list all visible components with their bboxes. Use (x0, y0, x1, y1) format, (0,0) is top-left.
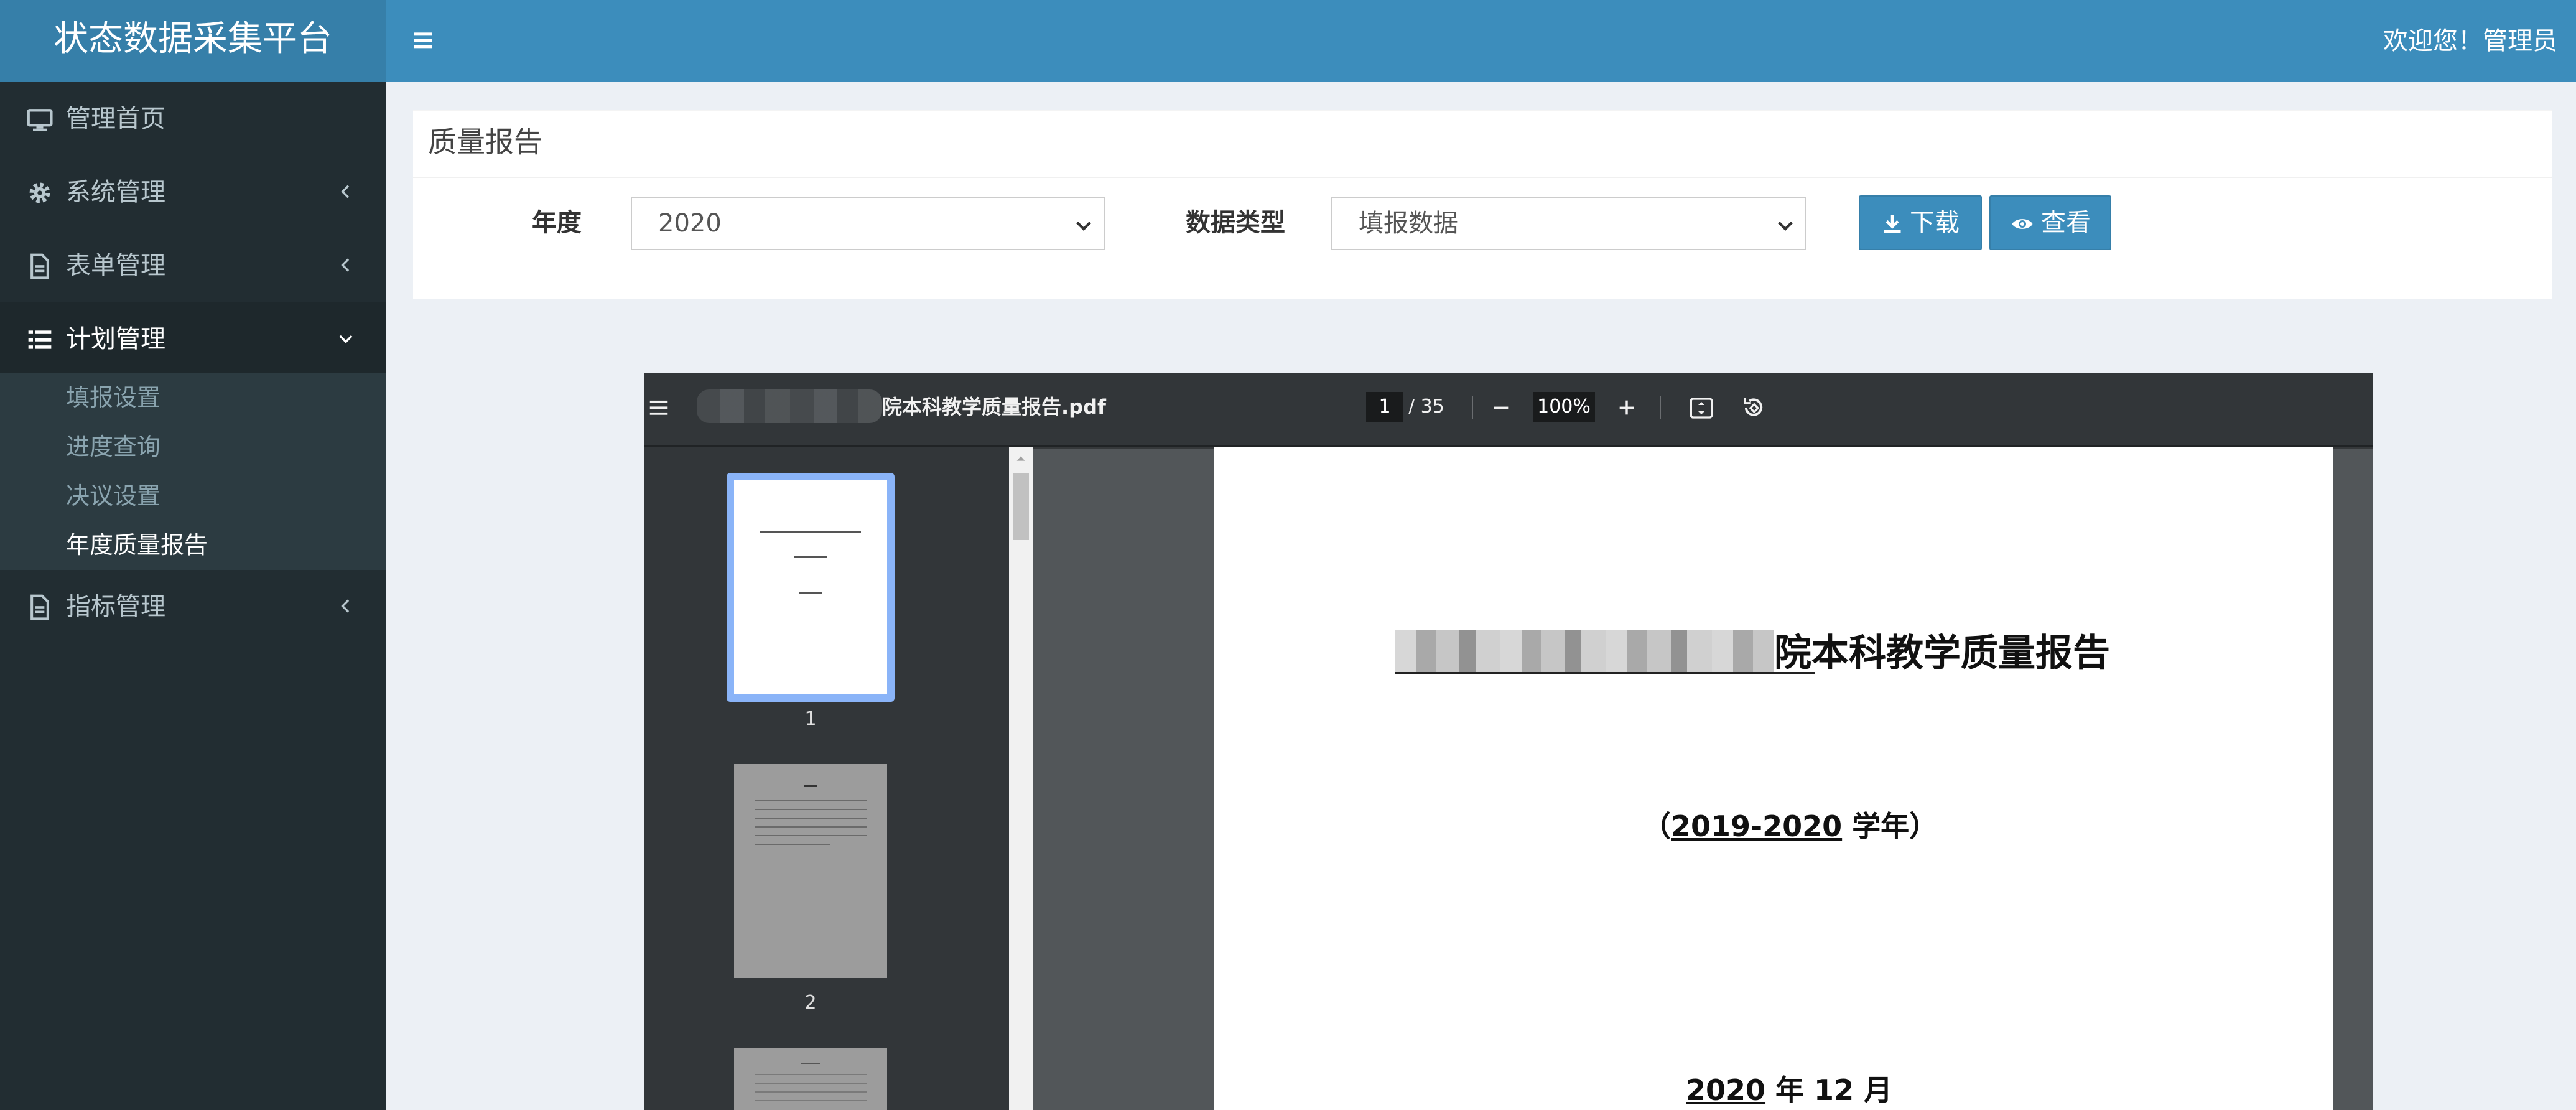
list-icon (28, 330, 52, 349)
data-type-label: 数据类型 (1186, 208, 1285, 237)
submenu-item-annual-report[interactable]: 年度质量报告 (66, 521, 208, 570)
redacted-filename-part (697, 389, 882, 423)
menu-icon[interactable] (647, 396, 671, 419)
year-range: 2019-2020 (1671, 809, 1843, 843)
thumbnail-page-1[interactable] (734, 480, 887, 694)
view-button[interactable]: 查看 (1989, 195, 2111, 250)
download-icon (1884, 215, 1901, 233)
submenu-item-progress[interactable]: 进度查询 (66, 422, 160, 472)
thumbnail-scrollbar[interactable] (1009, 447, 1033, 1110)
scroll-up-icon[interactable] (1014, 452, 1028, 465)
page-number-input[interactable]: 1 (1366, 392, 1403, 422)
thumbnail-page-number: 2 (804, 992, 817, 1014)
document-icon (30, 253, 49, 279)
pdf-filename: 院本科教学质量报告.pdf (882, 395, 1106, 419)
zoom-in-icon[interactable] (1616, 397, 1637, 418)
thumbnail-page-2[interactable] (734, 764, 887, 978)
sidebar-item-label: 计划管理 (66, 325, 165, 353)
chevron-down-icon (1076, 222, 1091, 231)
download-button-label: 下载 (1910, 208, 1960, 237)
submenu-item-resolution[interactable]: 决议设置 (66, 472, 160, 521)
sidebar-item-label: 管理首页 (66, 105, 165, 133)
app-title[interactable]: 状态数据采集平台 (0, 0, 386, 82)
date-year: 2020 (1686, 1073, 1766, 1107)
thumb-text-line (755, 826, 867, 828)
sidebar-item-home[interactable]: 管理首页 (0, 82, 386, 156)
thumb-text-line (799, 592, 822, 594)
eye-icon (2012, 219, 2033, 229)
redacted-school-name (1395, 630, 1774, 674)
sidebar-item-indicators[interactable]: 指标管理 (0, 570, 386, 643)
view-button-label: 查看 (2041, 208, 2091, 237)
chevron-down-icon (339, 335, 353, 343)
year-select-value: 2020 (658, 209, 722, 238)
sidebar-item-label: 表单管理 (66, 251, 165, 280)
toolbar-separator (1660, 396, 1661, 419)
thumbnail-page-number: 1 (804, 708, 817, 730)
zoom-out-icon[interactable] (1490, 397, 1512, 418)
submenu-item-fill-settings[interactable]: 填报设置 (66, 373, 160, 422)
sidebar-toggle-icon[interactable] (411, 27, 435, 52)
title-underline (1395, 672, 1815, 674)
monitor-icon (27, 109, 53, 131)
zoom-level-input[interactable]: 100% (1533, 392, 1595, 422)
thumb-text-line (755, 1083, 867, 1084)
chevron-down-icon (1778, 222, 1793, 231)
fit-page-icon[interactable] (1688, 396, 1714, 421)
sidebar-item-forms[interactable]: 表单管理 (0, 229, 386, 302)
data-type-select-value: 填报数据 (1359, 209, 1458, 238)
data-type-select[interactable]: 填报数据 (1331, 197, 1806, 250)
sidebar-item-system[interactable]: 系统管理 (0, 156, 386, 229)
document-title: 院本科教学质量报告 (1774, 632, 2110, 675)
document-academic-year: （2019-2020 学年） (1642, 806, 1938, 846)
thumb-text-line (760, 531, 861, 533)
thumb-text-line (755, 1074, 867, 1075)
thumb-text-line (804, 785, 817, 787)
year-label: 年度 (532, 208, 582, 237)
toolbar-separator (1472, 396, 1473, 419)
scrollbar-thumb[interactable] (1013, 473, 1029, 540)
pdf-page (1214, 447, 2333, 1110)
thumb-text-line (755, 800, 867, 801)
sidebar-item-label: 指标管理 (66, 592, 165, 621)
thumb-text-line (755, 809, 867, 810)
year-select[interactable]: 2020 (631, 197, 1105, 250)
sidebar-item-plan[interactable]: 计划管理 (0, 302, 386, 376)
document-icon (30, 594, 49, 620)
document-date: 2020 年 12 月 (1686, 1070, 1892, 1110)
panel-divider (413, 177, 2552, 178)
thumbnail-page-3[interactable] (734, 1048, 887, 1110)
sidebar-item-label: 系统管理 (66, 178, 165, 207)
thumb-text-line (755, 1091, 867, 1093)
thumb-text-line (794, 556, 827, 558)
user-welcome[interactable]: 欢迎您！管理员 (2383, 0, 2557, 82)
thumb-text-line (801, 1063, 820, 1064)
thumb-text-line (755, 818, 867, 819)
year-open-paren: （ (1642, 809, 1671, 843)
chevron-left-icon (341, 185, 350, 198)
page-total: / 35 (1408, 396, 1444, 417)
panel-title: 质量报告 (428, 125, 542, 159)
year-suffix: 学年） (1842, 809, 1938, 843)
thumb-text-line (755, 835, 867, 836)
chevron-left-icon (341, 599, 350, 613)
date-suffix: 年 12 月 (1765, 1073, 1893, 1107)
download-button[interactable]: 下载 (1859, 195, 1982, 250)
thumb-text-line (755, 1100, 867, 1101)
thumb-text-line (755, 844, 830, 845)
top-navbar (386, 0, 2576, 82)
chevron-left-icon (341, 258, 350, 272)
gear-icon (29, 182, 50, 203)
rotate-icon[interactable] (1741, 394, 1767, 421)
